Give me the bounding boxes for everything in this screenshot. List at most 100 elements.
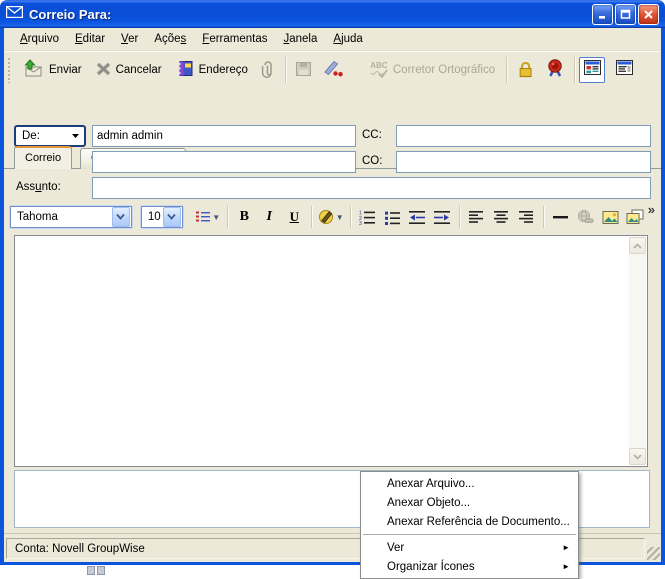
align-right-icon: [518, 210, 534, 224]
attachment-context-menu: Anexar Arquivo... Anexar Objeto... Anexa…: [360, 471, 579, 579]
subject-field[interactable]: [92, 177, 651, 199]
align-center-icon: [493, 210, 509, 224]
main-toolbar: Enviar Cancelar Endereço: [4, 51, 661, 88]
background-window-fragment: [97, 566, 105, 575]
decrease-indent-icon: [408, 210, 426, 225]
menu-item-organizar-icones[interactable]: Organizar Ícones►: [361, 557, 578, 576]
format-separator: [350, 206, 351, 228]
increase-indent-icon: [433, 210, 451, 225]
insert-picture-object-button[interactable]: [623, 205, 648, 229]
to-field[interactable]: [92, 151, 356, 173]
tab-strip: Correio Opções de Envio: [4, 87, 661, 110]
from-dropdown[interactable]: De:: [14, 125, 86, 147]
format-separator: [227, 206, 228, 228]
from-field[interactable]: [92, 125, 356, 147]
italic-button[interactable]: I: [257, 205, 282, 229]
bold-button[interactable]: B: [232, 205, 257, 229]
insert-image-button[interactable]: [598, 205, 623, 229]
chevron-down-icon: [112, 207, 130, 227]
insert-link-button[interactable]: [573, 205, 598, 229]
subject-label: Assunto:: [16, 181, 61, 193]
align-left-button[interactable]: [464, 205, 489, 229]
address-button[interactable]: Endereço: [169, 55, 255, 85]
cancel-x-icon: [96, 62, 111, 79]
bullet-list-button[interactable]: [380, 205, 405, 229]
chevron-down-icon: [163, 207, 181, 227]
spellcheck-abc-icon: ABC: [370, 62, 388, 78]
chevron-down-icon: ▼: [336, 213, 344, 222]
toolbar-separator: [285, 57, 286, 83]
tab-correio[interactable]: Correio: [14, 146, 72, 169]
minimize-button[interactable]: [592, 4, 613, 25]
format-separator: [459, 206, 460, 228]
pen-red-dots-icon: [322, 60, 344, 80]
scroll-up-button[interactable]: [629, 237, 646, 254]
list-style-button[interactable]: ▼: [193, 205, 223, 229]
maximize-button[interactable]: [615, 4, 636, 25]
attach-file-button[interactable]: [255, 55, 281, 85]
menu-ver[interactable]: Ver: [113, 31, 146, 47]
spellcheck-button[interactable]: ABC Corretor Ortográfico: [363, 55, 502, 85]
bcc-field[interactable]: [396, 151, 651, 173]
paperclip-icon: [260, 60, 276, 81]
numbered-list-button[interactable]: 1 2 3: [355, 205, 380, 229]
html-view-button[interactable]: [579, 57, 605, 83]
message-body[interactable]: [14, 235, 648, 467]
chevron-up-icon: [633, 243, 642, 249]
toolbar-grip[interactable]: [7, 57, 11, 83]
encrypt-lock-button[interactable]: [511, 55, 540, 85]
align-left-icon: [468, 210, 484, 224]
numbered-list-icon: 1 2 3: [359, 210, 376, 225]
pictures-stack-icon: [626, 209, 644, 225]
align-center-button[interactable]: [489, 205, 514, 229]
body-scrollbar[interactable]: [629, 237, 646, 465]
titlebar[interactable]: Correio Para:: [0, 0, 665, 28]
close-button[interactable]: [638, 4, 659, 25]
chevron-down-icon: [71, 130, 80, 142]
menu-arquivo[interactable]: Arquivo: [12, 31, 67, 47]
menubar: Arquivo Editar Ver Ações Ferramentas Jan…: [4, 28, 661, 51]
menu-ferramentas[interactable]: Ferramentas: [194, 31, 275, 47]
wax-seal-icon: [545, 59, 565, 81]
padlock-icon: [516, 60, 535, 81]
list-style-icon: [195, 210, 211, 224]
menu-item-anexar-arquivo[interactable]: Anexar Arquivo...: [361, 474, 578, 493]
plain-view-button[interactable]: [611, 57, 637, 83]
chevron-down-icon: ▼: [212, 213, 220, 222]
font-family-select[interactable]: Tahoma: [10, 206, 132, 228]
route-pen-button[interactable]: [317, 55, 349, 85]
align-right-button[interactable]: [514, 205, 539, 229]
menu-ajuda[interactable]: Ajuda: [325, 31, 370, 47]
font-size-select[interactable]: 10: [141, 206, 183, 228]
menu-item-anexar-objeto[interactable]: Anexar Objeto...: [361, 493, 578, 512]
menu-editar[interactable]: Editar: [67, 31, 113, 47]
scroll-down-button[interactable]: [629, 448, 646, 465]
resize-grip[interactable]: [647, 547, 660, 560]
format-separator: [311, 206, 312, 228]
save-button[interactable]: [290, 55, 317, 85]
toolbar-separator: [574, 57, 575, 83]
menu-janela[interactable]: Janela: [276, 31, 326, 47]
send-icon: [22, 59, 44, 81]
seal-sign-button[interactable]: [540, 55, 570, 85]
send-button[interactable]: Enviar: [15, 55, 89, 85]
account-status-text: Conta: Novell GroupWise: [15, 543, 145, 555]
underline-button[interactable]: U: [282, 205, 307, 229]
font-color-button[interactable]: ▼: [316, 205, 346, 229]
svg-text:3: 3: [359, 221, 362, 225]
cancel-button[interactable]: Cancelar: [89, 55, 169, 85]
cc-field[interactable]: [396, 125, 651, 147]
menu-acoes[interactable]: Ações: [146, 31, 194, 47]
toolbar-overflow-button[interactable]: »: [648, 202, 657, 217]
submenu-arrow-icon: ►: [562, 562, 570, 571]
decrease-indent-button[interactable]: [405, 205, 430, 229]
horizontal-rule-button[interactable]: [548, 205, 573, 229]
address-book-icon: [176, 60, 194, 80]
toolbar-separator: [506, 57, 507, 83]
menu-item-anexar-referencia[interactable]: Anexar Referência de Documento...: [361, 512, 578, 531]
cc-label: CC:: [362, 129, 382, 141]
menu-item-ver[interactable]: Ver►: [361, 538, 578, 557]
increase-indent-button[interactable]: [430, 205, 455, 229]
format-separator: [543, 206, 544, 228]
bcc-label: CO:: [362, 155, 382, 167]
